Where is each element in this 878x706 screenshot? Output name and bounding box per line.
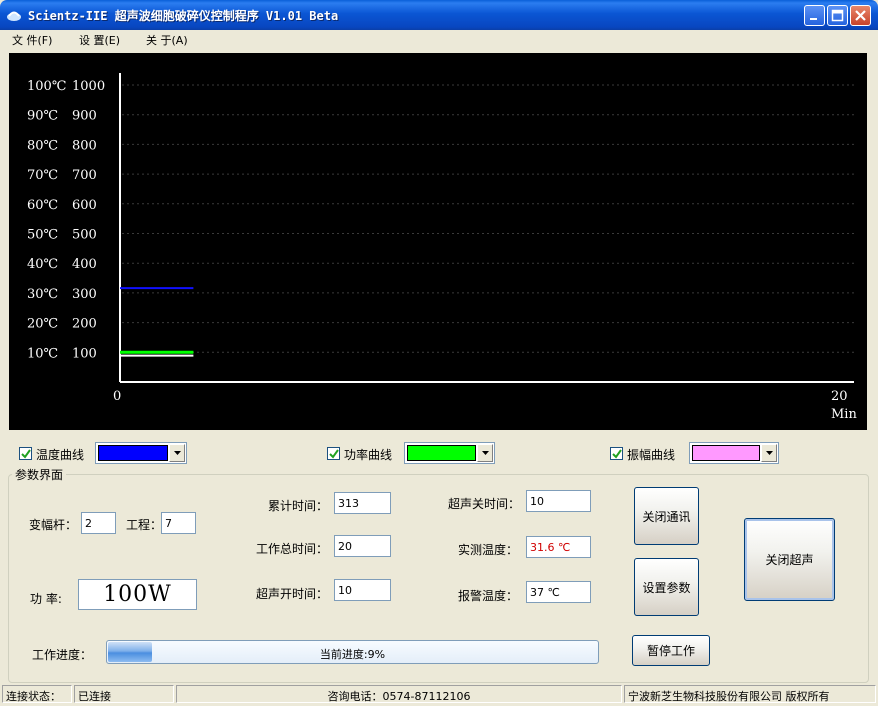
- connection-status-label: 连接状态：: [2, 685, 72, 703]
- check-icon: [21, 449, 31, 459]
- y-temperature-tick: 20℃: [27, 317, 58, 332]
- y-temperature-tick: 90℃: [27, 109, 58, 124]
- y-temperature-tick: 10℃: [27, 346, 58, 361]
- process-field[interactable]: 7: [161, 512, 196, 534]
- legend-power: 功率曲线: [327, 441, 527, 465]
- total-work-time-label: 工作总时间：: [256, 542, 329, 556]
- y-value-tick: 700: [72, 168, 97, 183]
- power-label: 功 率:: [30, 592, 62, 606]
- pause-work-button[interactable]: 暂停工作: [632, 635, 710, 666]
- chevron-down-icon: [174, 451, 181, 455]
- temperature-curve-checkbox[interactable]: [19, 447, 32, 460]
- legend-amplitude: 振幅曲线: [610, 441, 810, 465]
- close-icon: [855, 10, 866, 21]
- minimize-icon: [810, 18, 817, 20]
- curve-chart: 100℃ 1000 90℃ 900 80℃ 800 70℃ 700 60℃ 600 50℃ 500 40…: [9, 53, 867, 430]
- legend-temperature: 温度曲线: [19, 441, 219, 465]
- dropdown-arrow[interactable]: [761, 444, 777, 462]
- y-value-tick: 800: [72, 138, 97, 153]
- temperature-color-swatch: [98, 445, 168, 461]
- y-temperature-tick: 70℃: [27, 168, 58, 183]
- chevron-down-icon: [766, 451, 773, 455]
- y-value-tick: 100: [72, 346, 97, 361]
- chart-canvas: 100℃ 100090℃ 90080℃ 80070℃ 70060℃ 60050℃ 50040…: [27, 73, 857, 422]
- window-title: Scientz-IIE 超声波细胞破碎仪控制程序 V1.01 Beta: [28, 9, 339, 23]
- chevron-down-icon: [482, 451, 489, 455]
- power-curve-checkbox[interactable]: [327, 447, 340, 460]
- ultrasound-off-time-field[interactable]: 10: [526, 490, 591, 512]
- maximize-icon: [831, 9, 844, 22]
- params-group-title: 参数界面: [12, 466, 67, 483]
- close-ultrasound-button[interactable]: 关闭超声: [744, 518, 835, 601]
- y-value-tick: 400: [72, 257, 97, 272]
- power-color-swatch: [407, 445, 476, 461]
- amplitude-color-select[interactable]: [689, 442, 779, 464]
- horn-label: 变幅杆：: [29, 518, 78, 532]
- ultrasound-off-time-label: 超声关时间：: [448, 497, 521, 511]
- y-value-tick: 300: [72, 287, 97, 302]
- dropdown-arrow[interactable]: [169, 444, 185, 462]
- y-value-tick: 1000: [72, 79, 105, 94]
- set-params-button[interactable]: 设置参数: [634, 558, 699, 616]
- minimize-button[interactable]: [804, 5, 825, 26]
- cumulative-time-field[interactable]: 313: [334, 492, 391, 514]
- total-work-time-field[interactable]: 20: [334, 535, 391, 557]
- y-temperature-tick: 100℃: [27, 79, 66, 94]
- y-temperature-tick: 40℃: [27, 257, 58, 272]
- power-display: 100W: [78, 579, 197, 610]
- process-label: 工程：: [126, 518, 163, 532]
- power-color-select[interactable]: [404, 442, 495, 464]
- close-comm-button[interactable]: 关闭通讯: [634, 487, 699, 545]
- dropdown-arrow[interactable]: [477, 444, 493, 462]
- app-icon: [7, 11, 21, 21]
- progress-label: 工作进度：: [32, 648, 93, 662]
- menu-about[interactable]: 关 于(A): [146, 32, 188, 48]
- check-icon: [329, 449, 339, 459]
- x-tick: 0: [113, 389, 121, 404]
- measured-temp-field: 31.6 ℃: [526, 536, 591, 558]
- power-curve-label: 功率曲线: [344, 448, 393, 462]
- close-button[interactable]: [850, 5, 871, 26]
- temperature-color-select[interactable]: [95, 442, 187, 464]
- x-tick: 20: [831, 389, 848, 404]
- connection-status-value: 已连接: [74, 685, 174, 703]
- y-temperature-tick: 50℃: [27, 228, 58, 243]
- y-value-tick: 600: [72, 198, 97, 213]
- y-temperature-tick: 30℃: [27, 287, 58, 302]
- menu-settings[interactable]: 设 置(E): [79, 32, 120, 48]
- maximize-button[interactable]: [827, 5, 848, 26]
- y-temperature-tick: 60℃: [27, 198, 58, 213]
- horn-field[interactable]: 2: [81, 512, 116, 534]
- work-progress-bar: 当前进度:9%: [106, 640, 599, 664]
- y-value-tick: 900: [72, 109, 97, 124]
- x-unit-label: Min: [831, 407, 857, 422]
- status-bar: 连接状态： 已连接 咨询电话：0574-87112106 宁波新芝生物科技股份有…: [0, 684, 878, 706]
- title-bar: Scientz-IIE 超声波细胞破碎仪控制程序 V1.01 Beta: [0, 0, 878, 30]
- alarm-temp-label: 报警温度：: [458, 589, 519, 603]
- progress-text: 当前进度:9%: [319, 648, 386, 661]
- amplitude-curve-label: 振幅曲线: [627, 448, 676, 462]
- consult-phone: 咨询电话：0574-87112106: [176, 685, 622, 703]
- check-icon: [612, 449, 622, 459]
- amplitude-curve-checkbox[interactable]: [610, 447, 623, 460]
- menu-bar: 文 件(F) 设 置(E) 关 于(A): [0, 30, 878, 48]
- alarm-temp-field[interactable]: 37 ℃: [526, 581, 591, 603]
- y-value-tick: 500: [72, 228, 97, 243]
- copyright: 宁波新芝生物科技股份有限公司 版权所有: [624, 685, 876, 703]
- y-value-tick: 200: [72, 317, 97, 332]
- menu-file[interactable]: 文 件(F): [12, 32, 52, 48]
- amplitude-color-swatch: [692, 445, 760, 461]
- ultrasound-on-time-field[interactable]: 10: [334, 579, 391, 601]
- cumulative-time-label: 累计时间：: [268, 499, 329, 513]
- ultrasound-on-time-label: 超声开时间：: [256, 587, 329, 601]
- measured-temp-label: 实测温度：: [458, 543, 519, 557]
- y-temperature-tick: 80℃: [27, 138, 58, 153]
- temperature-curve-label: 温度曲线: [36, 448, 85, 462]
